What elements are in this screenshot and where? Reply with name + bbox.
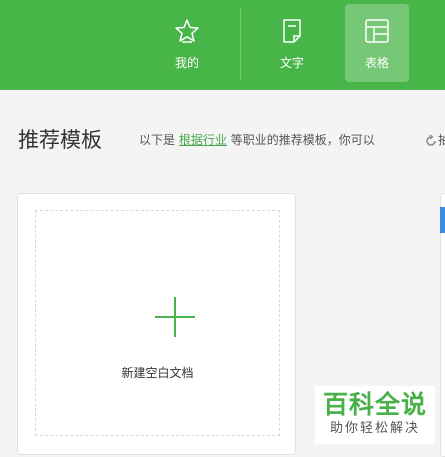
watermark-sub: 助你轻松解决 — [329, 421, 420, 436]
star-icon — [172, 16, 202, 46]
tab-mine-label: 我的 — [174, 56, 199, 70]
watermark-main: 百科全说 — [322, 390, 427, 419]
desc-prefix: 以下是 — [139, 133, 176, 147]
tab-text[interactable]: 文字 — [260, 4, 324, 82]
new-blank-label: 新建空白文档 — [121, 366, 194, 380]
section-description: 以下是 根据行业 等职业的推荐模板，你可以 — [139, 132, 375, 148]
refresh-icon[interactable] — [424, 133, 438, 147]
top-toolbar: 我的 文字 表格 — [0, 0, 445, 90]
desc-tail: 抽 — [438, 133, 445, 147]
template-card-accent — [440, 207, 445, 233]
plus-icon — [155, 297, 195, 337]
desc-suffix: 等职业的推荐模板，你可以 — [230, 133, 375, 147]
document-icon — [277, 16, 307, 46]
watermark-logo: 百科全说 助你轻松解决 — [315, 386, 435, 444]
tab-table[interactable]: 表格 — [345, 4, 409, 82]
tab-table-label: 表格 — [364, 56, 389, 70]
new-blank-card: 新建空白文档 — [17, 193, 296, 455]
new-blank-document-button[interactable]: 新建空白文档 — [35, 210, 280, 436]
tab-text-label: 文字 — [279, 56, 304, 70]
tab-mine[interactable]: 我的 — [155, 4, 219, 82]
table-icon — [362, 16, 392, 46]
toolbar-divider — [240, 8, 241, 80]
industry-link[interactable]: 根据行业 — [179, 133, 227, 147]
section-title: 推荐模板 — [18, 128, 102, 152]
